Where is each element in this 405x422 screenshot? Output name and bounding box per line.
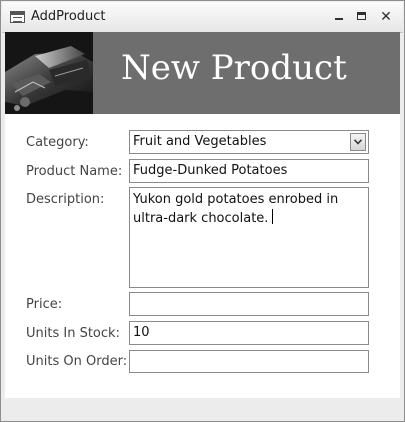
chocolate-photo	[5, 32, 93, 114]
form-icon[interactable]	[10, 11, 25, 23]
description-field[interactable]: Yukon gold potatoes enrobed in ultra-dar…	[129, 187, 369, 288]
maximize-icon	[357, 12, 366, 20]
category-value: Fruit and Vegetables	[133, 134, 267, 149]
close-icon: ✕	[380, 9, 392, 25]
price-field[interactable]	[129, 292, 369, 316]
title-bar[interactable]: AddProduct ✕	[2, 2, 403, 33]
units-in-stock-label: Units In Stock:	[26, 326, 120, 341]
product-name-label: Product Name:	[26, 164, 123, 179]
units-on-order-field[interactable]	[129, 350, 369, 373]
minimize-icon	[335, 18, 343, 20]
category-dropdown-button[interactable]	[350, 133, 366, 151]
minimize-button[interactable]	[329, 9, 349, 25]
form-title: New Product	[121, 48, 347, 88]
description-label: Description:	[26, 192, 105, 207]
category-label: Category:	[26, 135, 89, 150]
maximize-button[interactable]	[352, 9, 372, 25]
close-button[interactable]: ✕	[376, 9, 396, 25]
price-label: Price:	[26, 297, 63, 312]
window-title: AddProduct	[31, 9, 106, 24]
units-in-stock-field[interactable]: 10	[129, 321, 369, 345]
product-name-field[interactable]: Fudge-Dunked Potatoes	[129, 159, 369, 183]
description-text: Yukon gold potatoes enrobed in ultra-dar…	[133, 192, 339, 226]
window-footer	[2, 399, 403, 420]
units-on-order-label: Units On Order:	[26, 354, 128, 369]
category-combo[interactable]: Fruit and Vegetables	[129, 130, 369, 154]
text-caret	[272, 209, 274, 224]
form-header: New Product	[5, 32, 400, 114]
chevron-down-icon	[354, 139, 362, 145]
form-body: New Product Category: Fruit and Vegetabl…	[5, 32, 400, 398]
